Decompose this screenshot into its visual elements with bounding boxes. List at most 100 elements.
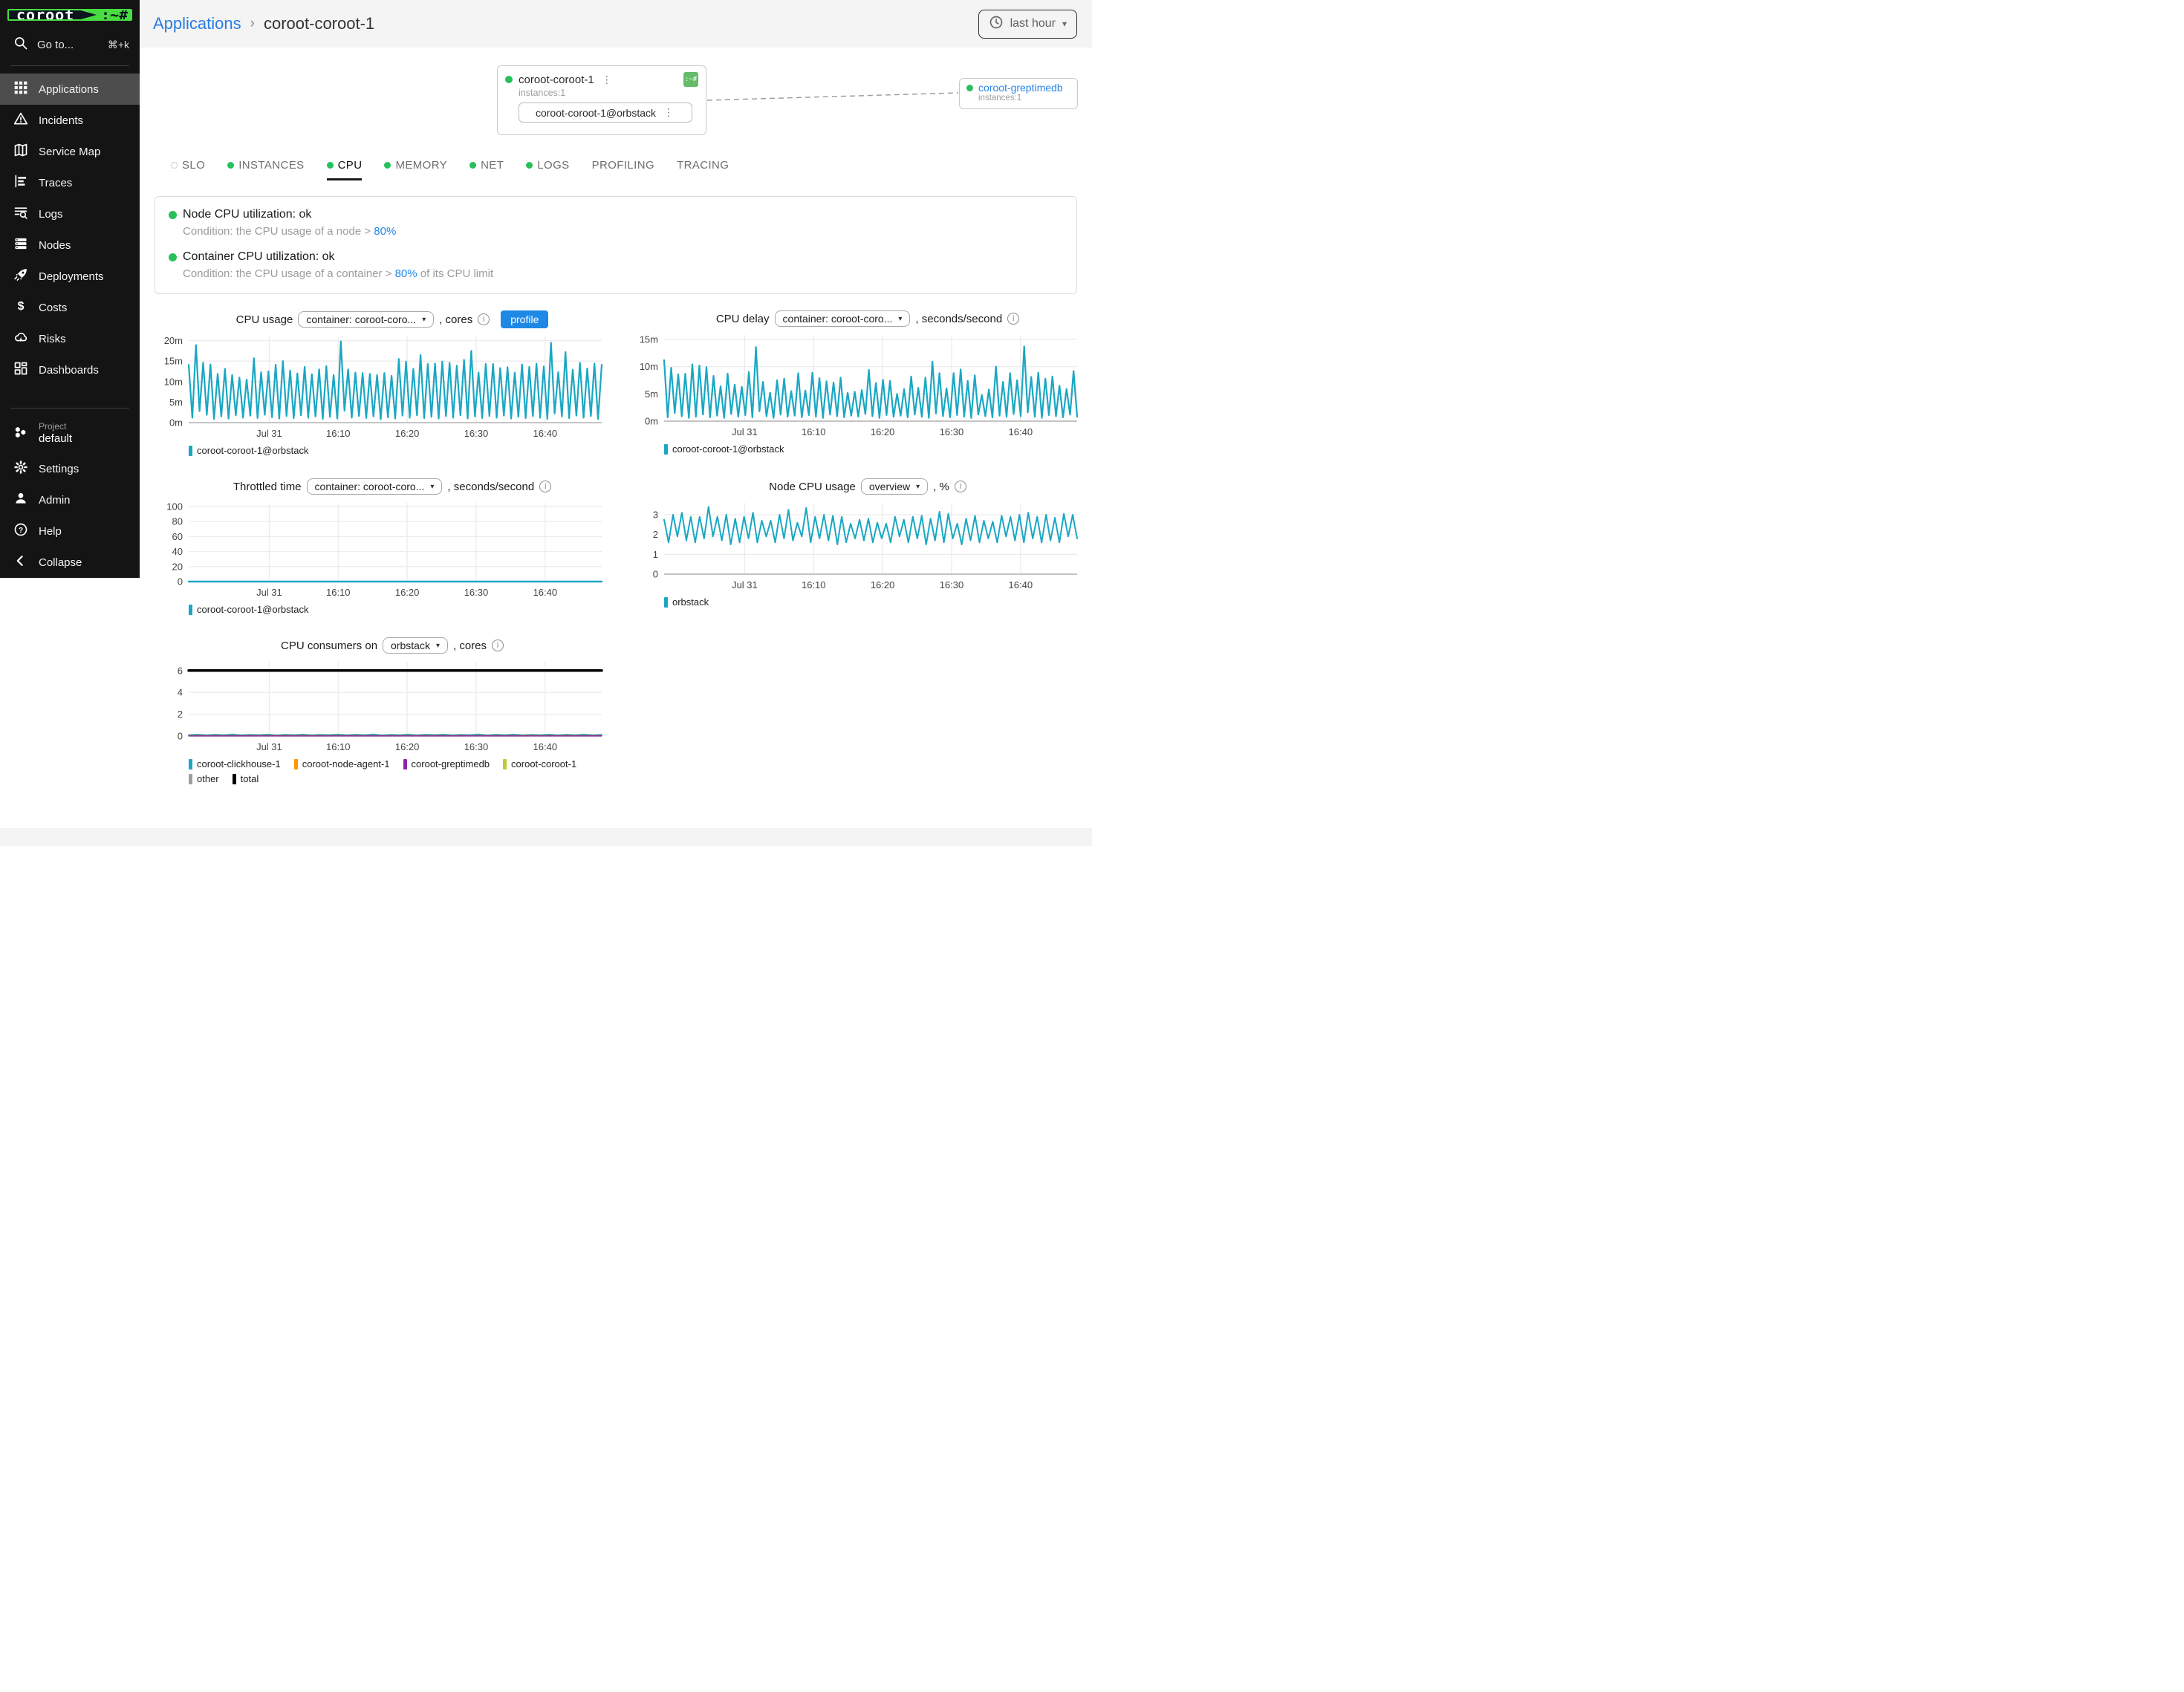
tab-profiling[interactable]: PROFILING [592,159,654,178]
sidebar-item-nodes[interactable]: Nodes [0,230,140,261]
legend-color-mark [189,774,192,784]
legend-item-coroot-coroot-1-orbstack[interactable]: coroot-coroot-1@orbstack [189,604,308,615]
search-icon [13,36,28,53]
sidebar-item-settings[interactable]: Settings [0,453,140,484]
series-selector-dropdown[interactable]: overview [861,478,928,495]
check-condition: Condition: the CPU usage of a node > 80% [183,225,1063,238]
chart-title: Throttled time [233,481,302,493]
legend-label: coroot-greptimedb [412,758,490,769]
sidebar-item-collapse[interactable]: Collapse [0,547,140,578]
grid-icon [13,80,28,98]
tab-cpu[interactable]: CPU [327,159,363,180]
legend-item-coroot-coroot-1-orbstack[interactable]: coroot-coroot-1@orbstack [189,445,308,456]
app-card-coroot-coroot-1[interactable]: coroot-coroot-1 :~# instances:1 coroot-c… [497,65,706,135]
legend-item-total[interactable]: total [233,773,259,784]
condition-threshold[interactable]: 80% [395,267,417,280]
legend-label: coroot-coroot-1 [511,758,576,769]
series-selector-dropdown[interactable]: container: coroot-coro... [307,478,443,495]
condition-threshold[interactable]: 80% [374,225,396,238]
check-status-dot [169,211,177,219]
kebab-menu-icon[interactable] [662,106,675,119]
node-cpu-usage-plot: Jul 3116:1016:2016:3016:400123 [631,499,1077,593]
svg-text:100: 100 [166,501,183,513]
terminal-badge[interactable]: :~# [683,72,698,87]
tab-instances[interactable]: INSTANCES [227,159,304,178]
info-icon[interactable] [478,313,490,325]
svg-text:16:20: 16:20 [871,426,895,437]
chart-title: Node CPU usage [769,481,856,493]
time-range-picker[interactable]: last hour [978,10,1077,39]
time-range-label: last hour [1010,17,1056,30]
svg-text:20m: 20m [164,335,183,346]
goto-shortcut: ⌘+k [108,39,129,51]
svg-text:16:30: 16:30 [940,579,964,590]
chart-unit: , seconds/second [447,481,534,493]
app-card-coroot-greptimedb[interactable]: coroot-greptimedb instances:1 [959,78,1078,109]
kebab-menu-icon[interactable] [600,74,614,86]
sidebar-item-admin[interactable]: Admin [0,484,140,515]
sidebar-item-logs[interactable]: Logs [0,198,140,230]
logo-wordmark: coroot [9,10,97,19]
legend-item-orbstack[interactable]: orbstack [664,596,709,608]
series-selector-dropdown[interactable]: container: coroot-coro... [298,311,434,328]
info-icon[interactable] [539,481,551,492]
dashboards-icon [13,361,28,379]
info-icon[interactable] [955,481,966,492]
info-icon[interactable] [1007,313,1019,325]
legend-label: coroot-coroot-1@orbstack [672,443,784,455]
series-selector-dropdown[interactable]: container: coroot-coro... [775,310,911,327]
legend-color-mark [403,759,407,769]
svg-text:0: 0 [178,731,183,742]
tab-tracing[interactable]: TRACING [677,159,729,178]
sidebar-item-label: Incidents [39,114,83,127]
tab-net[interactable]: NET [469,159,504,178]
sidebar-item-incidents[interactable]: Incidents [0,105,140,136]
legend-item-other[interactable]: other [189,773,219,784]
legend-label: coroot-node-agent-1 [302,758,390,769]
info-icon[interactable] [492,640,504,651]
goto-label: Go to... [37,39,74,51]
legend-item-coroot-node-agent-1[interactable]: coroot-node-agent-1 [294,758,390,769]
legend-item-coroot-coroot-1[interactable]: coroot-coroot-1 [503,758,576,769]
tab-label: PROFILING [592,159,654,172]
check-node-cpu: Node CPU utilization: ok Condition: the … [169,208,1063,238]
chevron-down-icon [422,316,426,324]
chart-title: CPU delay [716,313,770,325]
svg-text:0m: 0m [645,416,658,427]
goto-search[interactable]: Go to... ⌘+k [13,36,129,53]
sidebar-item-risks[interactable]: Risks [0,323,140,354]
tab-logs[interactable]: LOGS [526,159,569,178]
legend-item-coroot-greptimedb[interactable]: coroot-greptimedb [403,758,490,769]
legend-color-mark [664,444,668,455]
sidebar-item-costs[interactable]: $Costs [0,292,140,323]
chevron-left-icon [13,553,28,571]
sidebar-item-label: Dashboards [39,364,99,377]
sidebar-item-service-map[interactable]: Service Map [0,136,140,167]
help-icon: ? [13,522,28,540]
sidebar-item-project[interactable]: Project default [0,414,140,453]
legend-label: coroot-coroot-1@orbstack [197,445,308,456]
legend-item-coroot-coroot-1-orbstack[interactable]: coroot-coroot-1@orbstack [664,443,784,455]
status-dot [966,85,973,91]
tab-memory[interactable]: MEMORY [384,159,447,178]
tab-slo[interactable]: SLO [171,159,205,178]
sidebar-item-help[interactable]: ? Help [0,515,140,547]
sidebar-item-applications[interactable]: Applications [0,74,140,105]
svg-text:5m: 5m [169,397,183,408]
svg-text:?: ? [19,527,23,535]
selector-value: container: coroot-coro... [315,481,425,492]
selector-value: container: coroot-coro... [783,313,893,325]
sidebar-item-deployments[interactable]: Deployments [0,261,140,292]
upstream-app-link[interactable]: coroot-greptimedb [978,82,1063,94]
breadcrumb-applications[interactable]: Applications [153,14,241,33]
instance-coroot-coroot-1-orbstack[interactable]: coroot-coroot-1@orbstack [519,103,692,123]
profile-button[interactable]: profile [501,310,548,328]
legend-item-coroot-clickhouse-1[interactable]: coroot-clickhouse-1 [189,758,281,769]
nodes-icon [13,236,28,254]
sidebar-item-label: Help [39,525,62,538]
sidebar-item-dashboards[interactable]: Dashboards [0,354,140,385]
chart-unit: , cores [439,313,472,326]
service-map: coroot-coroot-1 :~# instances:1 coroot-c… [140,48,1092,152]
series-selector-dropdown[interactable]: orbstack [383,637,448,654]
sidebar-item-traces[interactable]: Traces [0,167,140,198]
